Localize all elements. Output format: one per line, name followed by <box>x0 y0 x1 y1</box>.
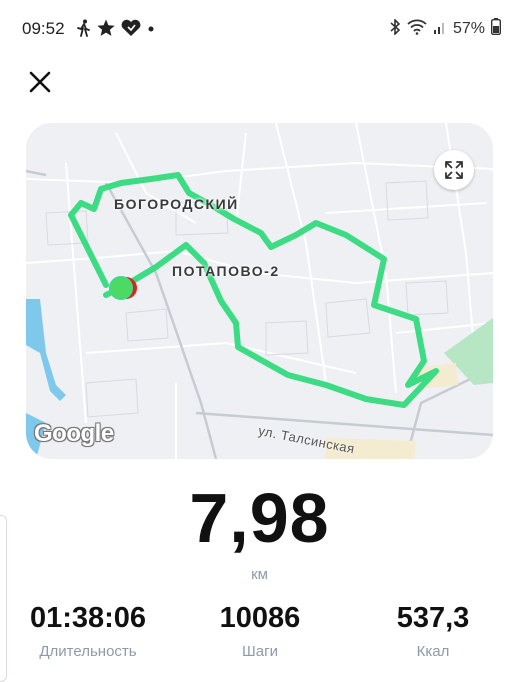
expand-map-button[interactable] <box>434 150 474 190</box>
steps-value: 10086 <box>219 602 301 634</box>
system-status: 57% <box>389 17 502 40</box>
route-start-marker <box>109 276 133 300</box>
duration-value: 01:38:06 <box>29 602 147 634</box>
status-time: 09:52 <box>22 19 65 38</box>
steps-label: Шаги <box>242 643 278 660</box>
duration-label: Длительность <box>39 643 137 660</box>
notification-icons <box>76 19 156 42</box>
kcal-value: 537,3 <box>396 602 470 634</box>
star-icon <box>96 19 116 42</box>
battery-icon <box>490 18 502 40</box>
stat-duration: 01:38:06 Длительность <box>25 602 151 660</box>
close-icon <box>29 71 51 93</box>
bluetooth-icon <box>389 17 401 40</box>
walking-icon <box>76 19 92 42</box>
map-label-potapovo: ПОТАПОВО-2 <box>172 263 280 279</box>
stat-steps: 10086 Шаги <box>198 602 322 660</box>
google-logo: Google <box>34 420 114 447</box>
close-button[interactable] <box>26 68 54 96</box>
edge-panel-handle[interactable] <box>0 515 7 682</box>
map-canvas <box>26 123 493 459</box>
signal-icon <box>433 19 447 40</box>
expand-icon <box>445 161 463 179</box>
stat-kcal: 537,3 Ккал <box>368 602 498 660</box>
status-bar: 09:52 57% <box>0 0 519 58</box>
heart-icon <box>120 19 142 42</box>
battery-percent: 57% <box>452 20 485 37</box>
distance-value: 7,98 <box>189 479 330 557</box>
dot-icon <box>146 19 156 42</box>
map-label-bogorodsky: БОГОРОДСКИЙ <box>114 196 239 212</box>
kcal-label: Ккал <box>416 643 450 660</box>
wifi-icon <box>407 19 427 40</box>
route-map[interactable]: БОГОРОДСКИЙ ПОТАПОВО-2 ул. Талсинская Go… <box>26 123 493 459</box>
distance-unit: км <box>251 566 268 583</box>
